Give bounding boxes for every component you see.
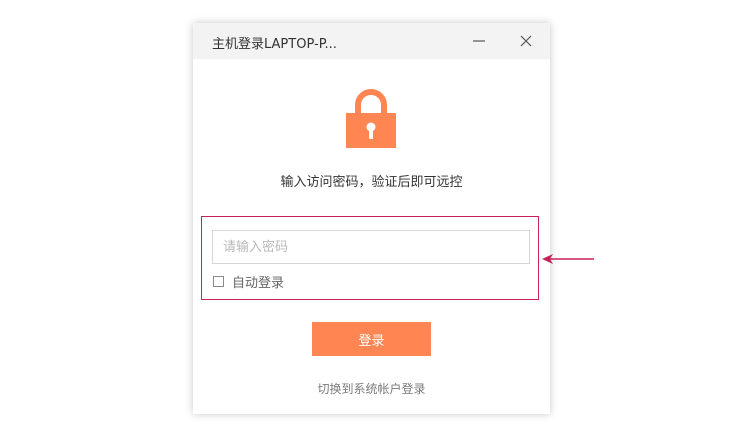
close-icon	[520, 35, 532, 47]
minimize-icon	[473, 40, 485, 42]
auto-login-checkbox[interactable]: 自动登录	[213, 273, 285, 291]
instruction-text: 输入访问密码，验证后即可远控	[280, 175, 463, 190]
switch-system-account-link[interactable]: 切换到系统帐户登录	[193, 380, 550, 397]
password-input[interactable]	[212, 230, 530, 264]
close-button[interactable]	[516, 31, 536, 51]
checkbox-box[interactable]	[213, 275, 224, 287]
title-bar: 主机登录LAPTOP-P...	[193, 23, 550, 59]
screen: 主机登录LAPTOP-P... 输入访问密码，验证后即可远控 自动登录 登录 切…	[0, 0, 750, 434]
login-dialog: 主机登录LAPTOP-P... 输入访问密码，验证后即可远控 自动登录 登录 切…	[193, 23, 550, 414]
lock-icon	[346, 89, 396, 148]
login-button[interactable]: 登录	[312, 322, 431, 356]
minimize-button[interactable]	[469, 31, 489, 51]
arrow-left-icon	[542, 254, 594, 264]
window-title: 主机登录LAPTOP-P...	[212, 37, 337, 52]
auto-login-label: 自动登录	[232, 275, 285, 291]
